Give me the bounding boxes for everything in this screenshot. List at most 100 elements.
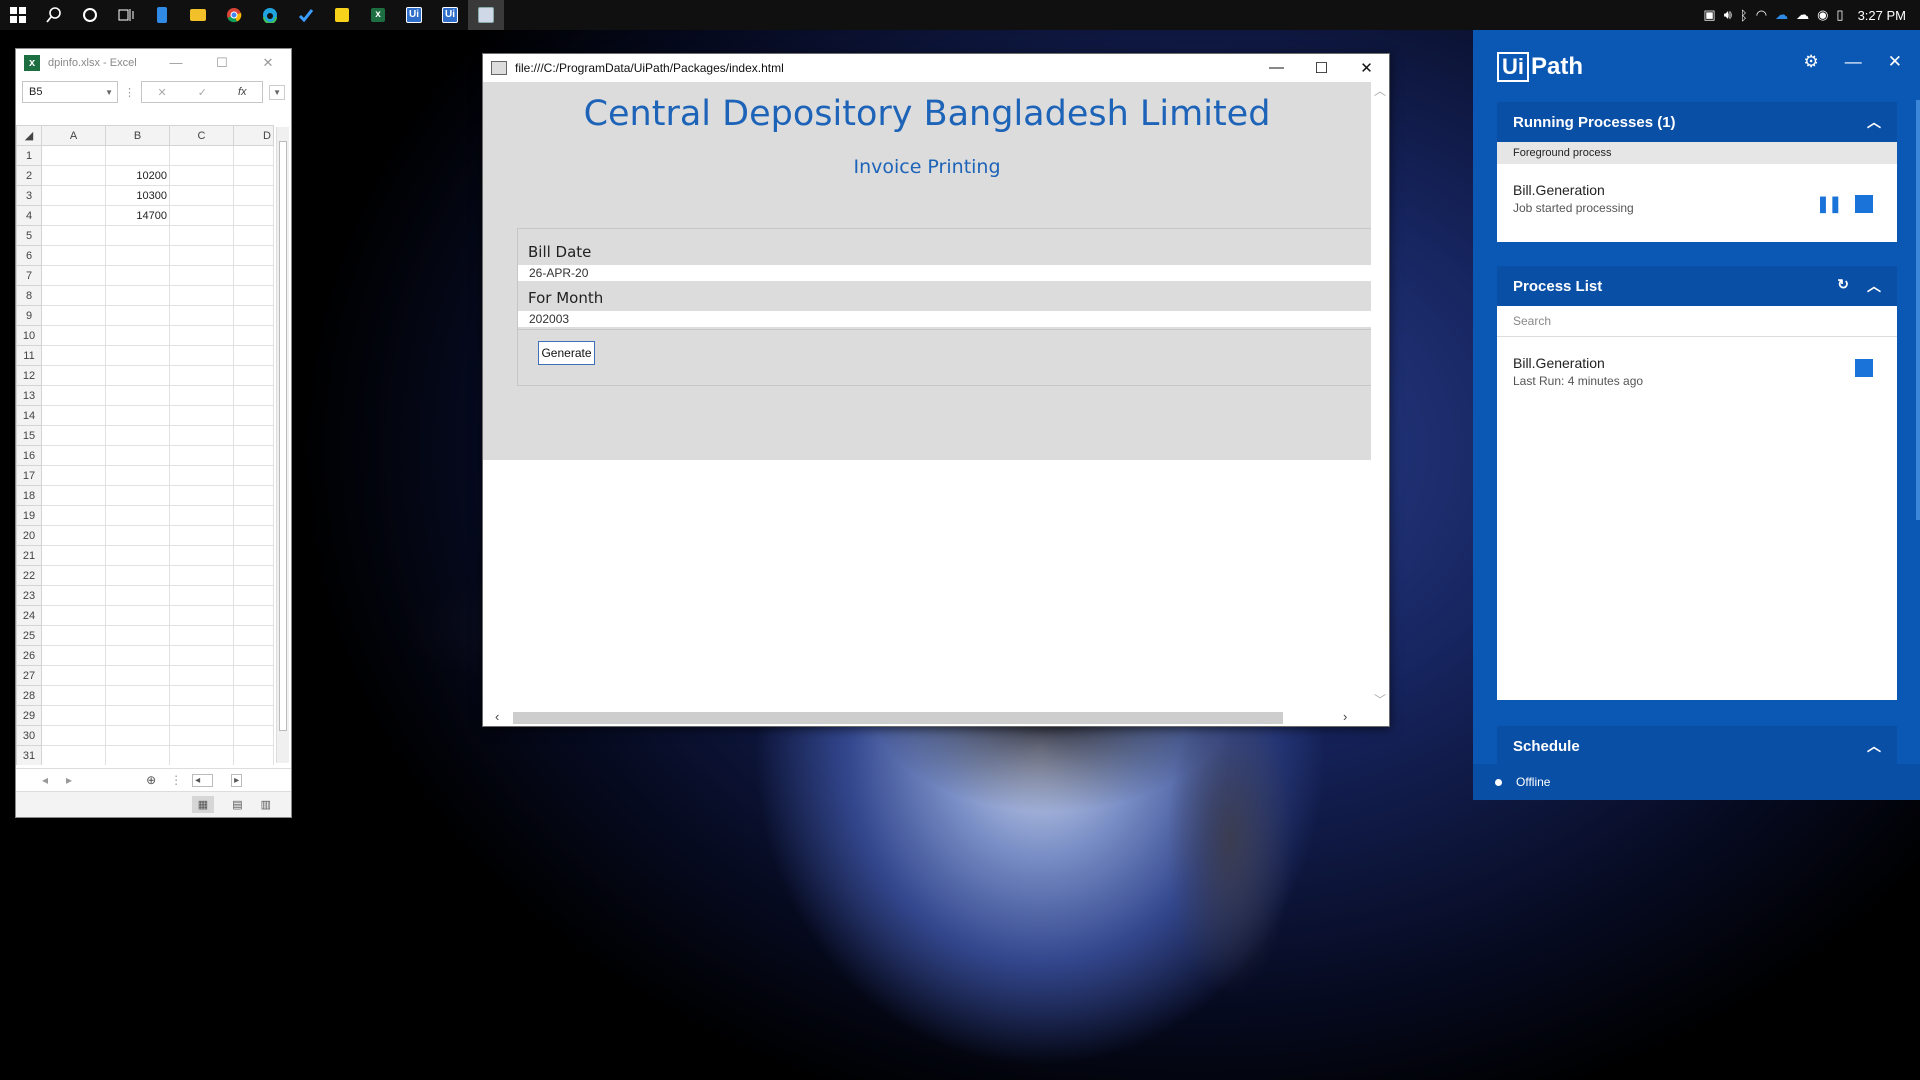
cell-c[interactable] <box>169 645 234 666</box>
edge-icon[interactable] <box>252 0 288 30</box>
stop-icon[interactable] <box>1855 195 1873 213</box>
todo-icon[interactable] <box>288 0 324 30</box>
minimize-icon[interactable]: — <box>1845 52 1862 72</box>
cell-b[interactable] <box>105 145 170 166</box>
cell-b[interactable] <box>105 365 170 386</box>
cell-d[interactable] <box>233 585 274 606</box>
pause-icon[interactable]: ❚❚ <box>1816 194 1842 214</box>
cell-d[interactable] <box>233 485 274 506</box>
cell-a[interactable] <box>41 525 106 546</box>
column-header[interactable]: A <box>41 125 106 146</box>
cell-a[interactable] <box>41 505 106 526</box>
cell-c[interactable] <box>169 705 234 726</box>
uipath-tray-icon[interactable]: ▣ <box>1703 7 1715 23</box>
row-header[interactable]: 17 <box>16 465 42 486</box>
minimize-icon[interactable]: — <box>153 55 199 71</box>
stop-icon[interactable] <box>1855 359 1873 377</box>
row-header[interactable]: 30 <box>16 725 42 746</box>
cell-a[interactable] <box>41 285 106 306</box>
cell-a[interactable] <box>41 425 106 446</box>
page-layout-view-icon[interactable]: ▤ <box>232 798 242 811</box>
cell-a[interactable] <box>41 305 106 326</box>
task-view-icon[interactable] <box>108 0 144 30</box>
windows-start-icon[interactable] <box>0 0 36 30</box>
excel-icon[interactable]: x <box>360 0 396 30</box>
cell-c[interactable] <box>169 745 234 765</box>
cell-a[interactable] <box>41 245 106 266</box>
add-sheet-icon[interactable]: ⊕ <box>146 773 156 787</box>
cell-b[interactable] <box>105 685 170 706</box>
cell-b[interactable]: 10300 <box>105 185 170 206</box>
cell-b[interactable] <box>105 305 170 326</box>
cell-d[interactable] <box>233 645 274 666</box>
cell-d[interactable] <box>233 745 274 765</box>
cell-b[interactable]: 14700 <box>105 205 170 226</box>
next-sheet-icon[interactable]: ▸ <box>66 773 72 787</box>
vertical-scrollbar[interactable]: ︿ ﹀ <box>1372 82 1389 708</box>
scrollbar-thumb[interactable] <box>279 141 287 731</box>
cell-b[interactable] <box>105 625 170 646</box>
cell-c[interactable] <box>169 725 234 746</box>
row-header[interactable]: 10 <box>16 325 42 346</box>
column-header[interactable]: D <box>233 125 274 146</box>
cell-c[interactable] <box>169 245 234 266</box>
cell-a[interactable] <box>41 485 106 506</box>
onedrive-icon[interactable]: ☁ <box>1775 7 1788 23</box>
scroll-left-icon[interactable]: ‹ <box>495 709 499 724</box>
expand-formula-icon[interactable]: ▼ <box>269 84 285 100</box>
row-header[interactable]: 12 <box>16 365 42 386</box>
cell-d[interactable] <box>233 345 274 366</box>
row-header[interactable]: 15 <box>16 425 42 446</box>
cell-d[interactable] <box>233 285 274 306</box>
cell-d[interactable] <box>233 545 274 566</box>
row-header[interactable]: 31 <box>16 745 42 765</box>
search-icon[interactable] <box>36 0 72 30</box>
column-header[interactable]: B <box>105 125 170 146</box>
row-header[interactable]: 9 <box>16 305 42 326</box>
chevron-down-icon[interactable]: ▼ <box>105 88 113 97</box>
cell-b[interactable] <box>105 285 170 306</box>
refresh-icon[interactable]: ↻ <box>1837 276 1849 296</box>
cell-a[interactable] <box>41 225 106 246</box>
cell-c[interactable] <box>169 565 234 586</box>
cell-c[interactable] <box>169 505 234 526</box>
row-header[interactable]: 19 <box>16 505 42 526</box>
cell-c[interactable] <box>169 485 234 506</box>
cell-c[interactable] <box>169 325 234 346</box>
row-header[interactable]: 23 <box>16 585 42 606</box>
cell-c[interactable] <box>169 625 234 646</box>
cell-d[interactable] <box>233 665 274 686</box>
cell-a[interactable] <box>41 565 106 586</box>
close-icon[interactable]: ✕ <box>1888 52 1902 72</box>
cell-c[interactable] <box>169 545 234 566</box>
maximize-icon[interactable]: ☐ <box>1299 59 1344 77</box>
row-header[interactable]: 8 <box>16 285 42 306</box>
row-header[interactable]: 25 <box>16 625 42 646</box>
cell-b[interactable] <box>105 645 170 666</box>
browser-titlebar[interactable]: file:///C:/ProgramData/UiPath/Packages/i… <box>483 54 1389 82</box>
cell-b[interactable] <box>105 725 170 746</box>
cell-c[interactable] <box>169 425 234 446</box>
language-icon[interactable]: ◉ <box>1817 7 1828 23</box>
row-header[interactable]: 22 <box>16 565 42 586</box>
cell-b[interactable] <box>105 425 170 446</box>
row-header[interactable]: 21 <box>16 545 42 566</box>
cell-b[interactable] <box>105 545 170 566</box>
cell-b[interactable] <box>105 605 170 626</box>
column-header[interactable]: C <box>169 125 234 146</box>
cell-a[interactable] <box>41 165 106 186</box>
running-processes-header[interactable]: Running Processes (1) ︿ <box>1497 102 1897 142</box>
cell-c[interactable] <box>169 225 234 246</box>
row-header[interactable]: 18 <box>16 485 42 506</box>
cell-b[interactable] <box>105 665 170 686</box>
bill-date-field[interactable]: 26-APR-20 <box>518 265 1371 281</box>
cell-b[interactable] <box>105 265 170 286</box>
row-header[interactable]: 2 <box>16 165 42 186</box>
normal-view-icon[interactable]: ▦ <box>191 796 215 813</box>
cell-d[interactable] <box>233 305 274 326</box>
for-month-field[interactable]: 202003 <box>518 311 1371 327</box>
cell-d[interactable] <box>233 625 274 646</box>
cell-b[interactable] <box>105 325 170 346</box>
cell-a[interactable] <box>41 385 106 406</box>
file-explorer-icon[interactable] <box>180 0 216 30</box>
